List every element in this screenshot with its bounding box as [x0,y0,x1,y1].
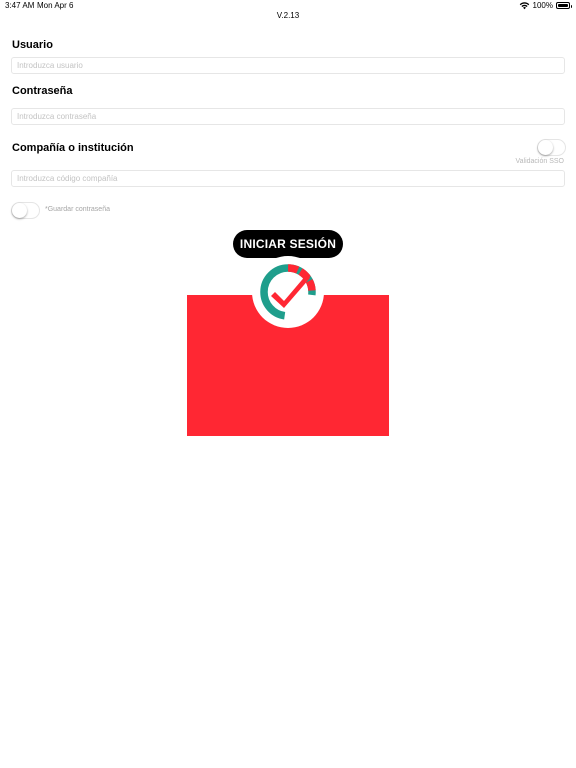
compania-label: Compañía o institución [12,142,134,154]
status-indicators: 100% [519,1,572,10]
check-clock-logo-icon [260,264,316,320]
save-password-toggle-knob [12,203,27,218]
login-screen: 3:47 AM Mon Apr 6 100% V.2.13 Usuario Co… [0,0,576,768]
status-time: 3:47 AM [5,1,35,10]
battery-icon [556,2,572,9]
sso-toggle-knob [538,140,553,155]
save-password-toggle[interactable] [11,202,40,219]
sso-toggle[interactable] [537,139,566,156]
battery-percentage: 100% [532,1,553,10]
app-version: V.2.13 [276,11,300,20]
contrasena-input[interactable] [11,108,565,125]
login-button[interactable]: INICIAR SESIÓN [233,230,343,258]
contrasena-label: Contraseña [12,85,73,97]
logo [252,256,324,328]
wifi-icon [519,2,529,10]
sso-label: Validación SSO [515,158,564,165]
usuario-label: Usuario [12,39,53,51]
compania-input[interactable] [11,170,565,187]
status-date: Mon Apr 6 [37,1,74,10]
usuario-input[interactable] [11,57,565,74]
save-password-label: *Guardar contraseña [45,206,110,213]
